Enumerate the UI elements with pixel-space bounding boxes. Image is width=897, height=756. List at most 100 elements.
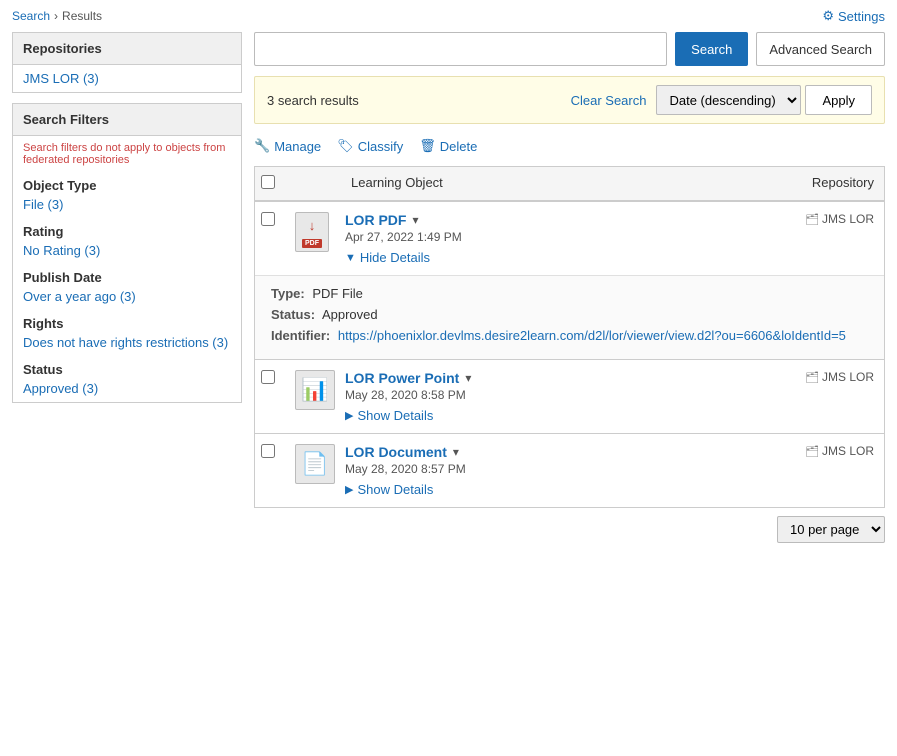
result-title-row-1: LOR PDF ▾ xyxy=(345,212,793,228)
lor-repo-icon-3: 🗂 xyxy=(805,445,819,458)
table-header: Learning Object Repository xyxy=(254,166,885,202)
result-checkbox-cell-3[interactable] xyxy=(255,434,291,471)
jms-lor-tag-1: 🗂 JMS LOR xyxy=(805,212,874,226)
manage-icon: 🔧 xyxy=(254,138,270,154)
show-details-toggle-3[interactable]: ▶ Show Details xyxy=(345,482,793,497)
details-panel-1: Type: PDF File Status: Approved Identifi… xyxy=(255,275,884,359)
result-main-row-3: 📄 LOR Document ▾ May 28, 2020 8:57 PM ▶ … xyxy=(255,434,884,507)
search-button[interactable]: Search xyxy=(675,32,748,66)
result-checkbox-cell-2[interactable] xyxy=(255,360,291,397)
lor-repo-icon-1: 🗂 xyxy=(805,213,819,226)
details-status-value: Approved xyxy=(322,307,378,322)
table-row: ↓ PDF LOR PDF ▾ Apr 27, 2022 1:49 PM ▼ H… xyxy=(254,202,885,360)
details-status-label: Status: xyxy=(271,307,315,322)
classify-label: Classify xyxy=(358,139,404,154)
lor-repo-icon-2: 🗂 xyxy=(805,371,819,384)
result-checkbox-1[interactable] xyxy=(261,212,275,226)
pdf-label: PDF xyxy=(302,239,322,248)
breadcrumb-results: Results xyxy=(62,9,102,23)
pdf-icon: ↓ PDF xyxy=(295,212,329,252)
result-date-1: Apr 27, 2022 1:49 PM xyxy=(345,230,793,244)
sort-select[interactable]: Date (descending) Date (ascending) Title… xyxy=(656,85,801,115)
filters-title: Search Filters xyxy=(13,104,241,136)
result-title-3[interactable]: LOR Document xyxy=(345,444,447,460)
manage-button[interactable]: 🔧 Manage xyxy=(254,138,321,154)
result-dropdown-arrow-3[interactable]: ▾ xyxy=(453,445,459,459)
filter-category-object-type: Object Type xyxy=(13,172,241,195)
table-row: 📄 LOR Document ▾ May 28, 2020 8:57 PM ▶ … xyxy=(254,434,885,508)
result-repo-1: 🗂 JMS LOR xyxy=(799,202,884,236)
settings-link[interactable]: ⚙ Settings xyxy=(810,0,897,32)
filter-value-approved[interactable]: Approved (3) xyxy=(13,379,241,402)
breadcrumb-search-link[interactable]: Search xyxy=(12,9,50,23)
doc-icon: 📄 xyxy=(295,444,335,484)
result-dropdown-arrow-2[interactable]: ▾ xyxy=(465,371,471,385)
hide-toggle-arrow-1: ▼ xyxy=(345,252,356,264)
header-icon-cell xyxy=(291,167,345,200)
result-date-3: May 28, 2020 8:57 PM xyxy=(345,462,793,476)
result-dropdown-arrow-1[interactable]: ▾ xyxy=(412,213,418,227)
show-details-toggle-2[interactable]: ▶ Show Details xyxy=(345,408,793,423)
lor-repo-label-2: JMS LOR xyxy=(822,370,874,384)
result-checkbox-2[interactable] xyxy=(261,370,275,384)
header-repository: Repository xyxy=(802,167,884,200)
result-checkbox-cell-1[interactable] xyxy=(255,202,291,239)
settings-icon: ⚙ xyxy=(822,8,834,24)
filter-value-file[interactable]: File (3) xyxy=(13,195,241,218)
per-page-select[interactable]: 10 per page 25 per page 50 per page xyxy=(777,516,885,543)
header-learning-object: Learning Object xyxy=(345,167,802,200)
repo-link[interactable]: JMS LOR (3) xyxy=(23,71,99,86)
filter-value-no-rating[interactable]: No Rating (3) xyxy=(13,241,241,264)
per-page-row: 10 per page 25 per page 50 per page xyxy=(254,508,885,551)
apply-button[interactable]: Apply xyxy=(805,85,872,115)
details-identifier-row: Identifier: https://phoenixlor.devlms.de… xyxy=(271,328,868,343)
sidebar-repo-item[interactable]: JMS LOR (3) xyxy=(13,65,241,92)
delete-icon: 🗑 xyxy=(419,138,436,154)
result-title-1[interactable]: LOR PDF xyxy=(345,212,406,228)
details-type-value: PDF File xyxy=(312,286,363,301)
search-input[interactable] xyxy=(254,32,667,66)
details-identifier-link[interactable]: https://phoenixlor.devlms.desire2learn.c… xyxy=(338,328,846,343)
details-type-label: Type: xyxy=(271,286,305,301)
classify-button[interactable]: 🏷 Classify xyxy=(337,138,403,154)
header-checkbox-cell xyxy=(255,167,291,200)
filter-category-publish-date: Publish Date xyxy=(13,264,241,287)
result-date-2: May 28, 2020 8:58 PM xyxy=(345,388,793,402)
search-bar-row: Search Advanced Search xyxy=(254,32,885,66)
filter-value-over-year[interactable]: Over a year ago (3) xyxy=(13,287,241,310)
lor-repo-label-3: JMS LOR xyxy=(822,444,874,458)
delete-button[interactable]: 🗑 Delete xyxy=(419,138,477,154)
ppt-icon: 📊 xyxy=(295,370,335,410)
show-toggle-arrow-3: ▶ xyxy=(345,483,353,496)
result-checkbox-3[interactable] xyxy=(261,444,275,458)
sidebar: Repositories JMS LOR (3) Search Filters … xyxy=(12,32,242,551)
manage-label: Manage xyxy=(274,139,321,154)
result-content-3: LOR Document ▾ May 28, 2020 8:57 PM ▶ Sh… xyxy=(345,434,799,507)
result-content-1: LOR PDF ▾ Apr 27, 2022 1:49 PM ▼ Hide De… xyxy=(345,202,799,275)
classify-icon: 🏷 xyxy=(337,138,354,154)
repositories-section: Repositories JMS LOR (3) xyxy=(12,32,242,93)
table-row: 📊 LOR Power Point ▾ May 28, 2020 8:58 PM… xyxy=(254,360,885,434)
result-icon-cell-1: ↓ PDF xyxy=(291,202,345,262)
filter-value-no-rights[interactable]: Does not have rights restrictions (3) xyxy=(13,333,241,356)
details-type-row: Type: PDF File xyxy=(271,286,868,301)
show-toggle-arrow-2: ▶ xyxy=(345,409,353,422)
settings-label: Settings xyxy=(838,9,885,24)
breadcrumb: Search › Results xyxy=(0,1,114,31)
result-title-2[interactable]: LOR Power Point xyxy=(345,370,459,386)
select-all-checkbox[interactable] xyxy=(261,175,275,189)
show-details-label-3: Show Details xyxy=(357,482,433,497)
lor-repo-label-1: JMS LOR xyxy=(822,212,874,226)
result-icon-cell-3: 📄 xyxy=(291,434,345,494)
results-count: 3 search results xyxy=(267,93,561,108)
clear-search-link[interactable]: Clear Search xyxy=(571,93,647,108)
details-status-row: Status: Approved xyxy=(271,307,868,322)
hide-details-toggle-1[interactable]: ▼ Hide Details xyxy=(345,250,793,265)
jms-lor-tag-2: 🗂 JMS LOR xyxy=(805,370,874,384)
advanced-search-button[interactable]: Advanced Search xyxy=(756,32,885,66)
result-content-2: LOR Power Point ▾ May 28, 2020 8:58 PM ▶… xyxy=(345,360,799,433)
filter-note: Search filters do not apply to objects f… xyxy=(13,136,241,172)
top-bar: Search › Results ⚙ Settings xyxy=(0,0,897,32)
action-toolbar: 🔧 Manage 🏷 Classify 🗑 Delete xyxy=(254,134,885,158)
sort-select-wrap: Date (descending) Date (ascending) Title… xyxy=(656,85,872,115)
